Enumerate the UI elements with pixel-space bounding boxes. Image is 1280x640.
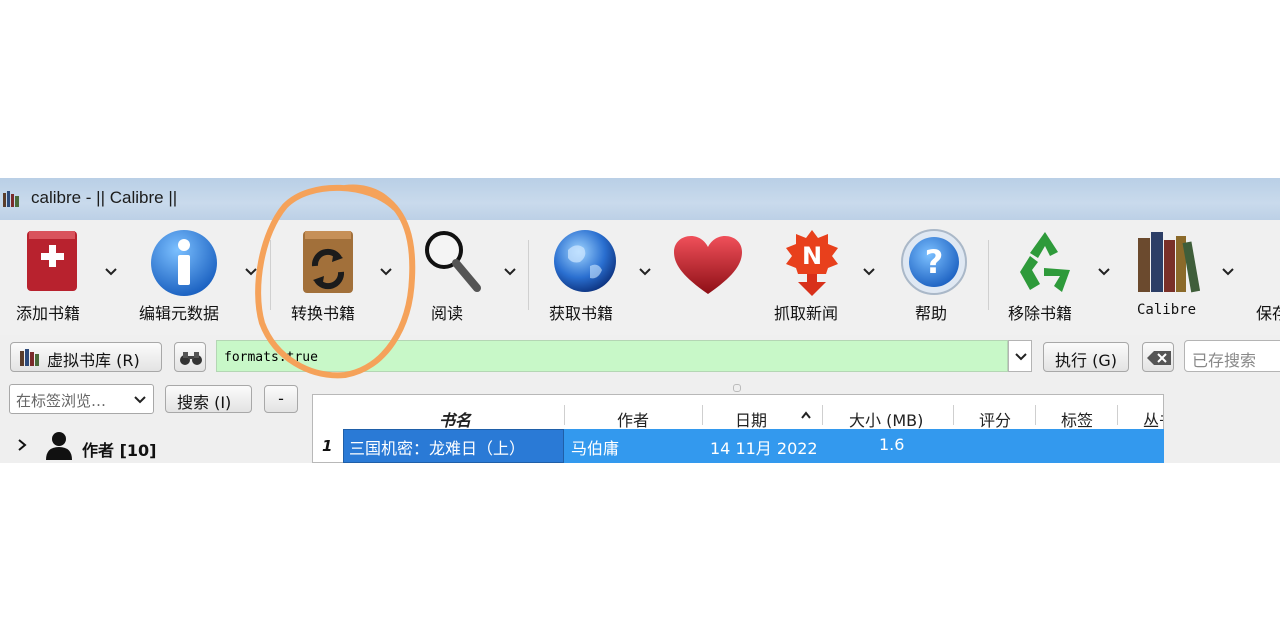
calibre-window: calibre - || Calibre || 添加书籍 编辑元数据 转换书籍 … [0,178,1280,463]
annotation-circle [255,184,416,379]
